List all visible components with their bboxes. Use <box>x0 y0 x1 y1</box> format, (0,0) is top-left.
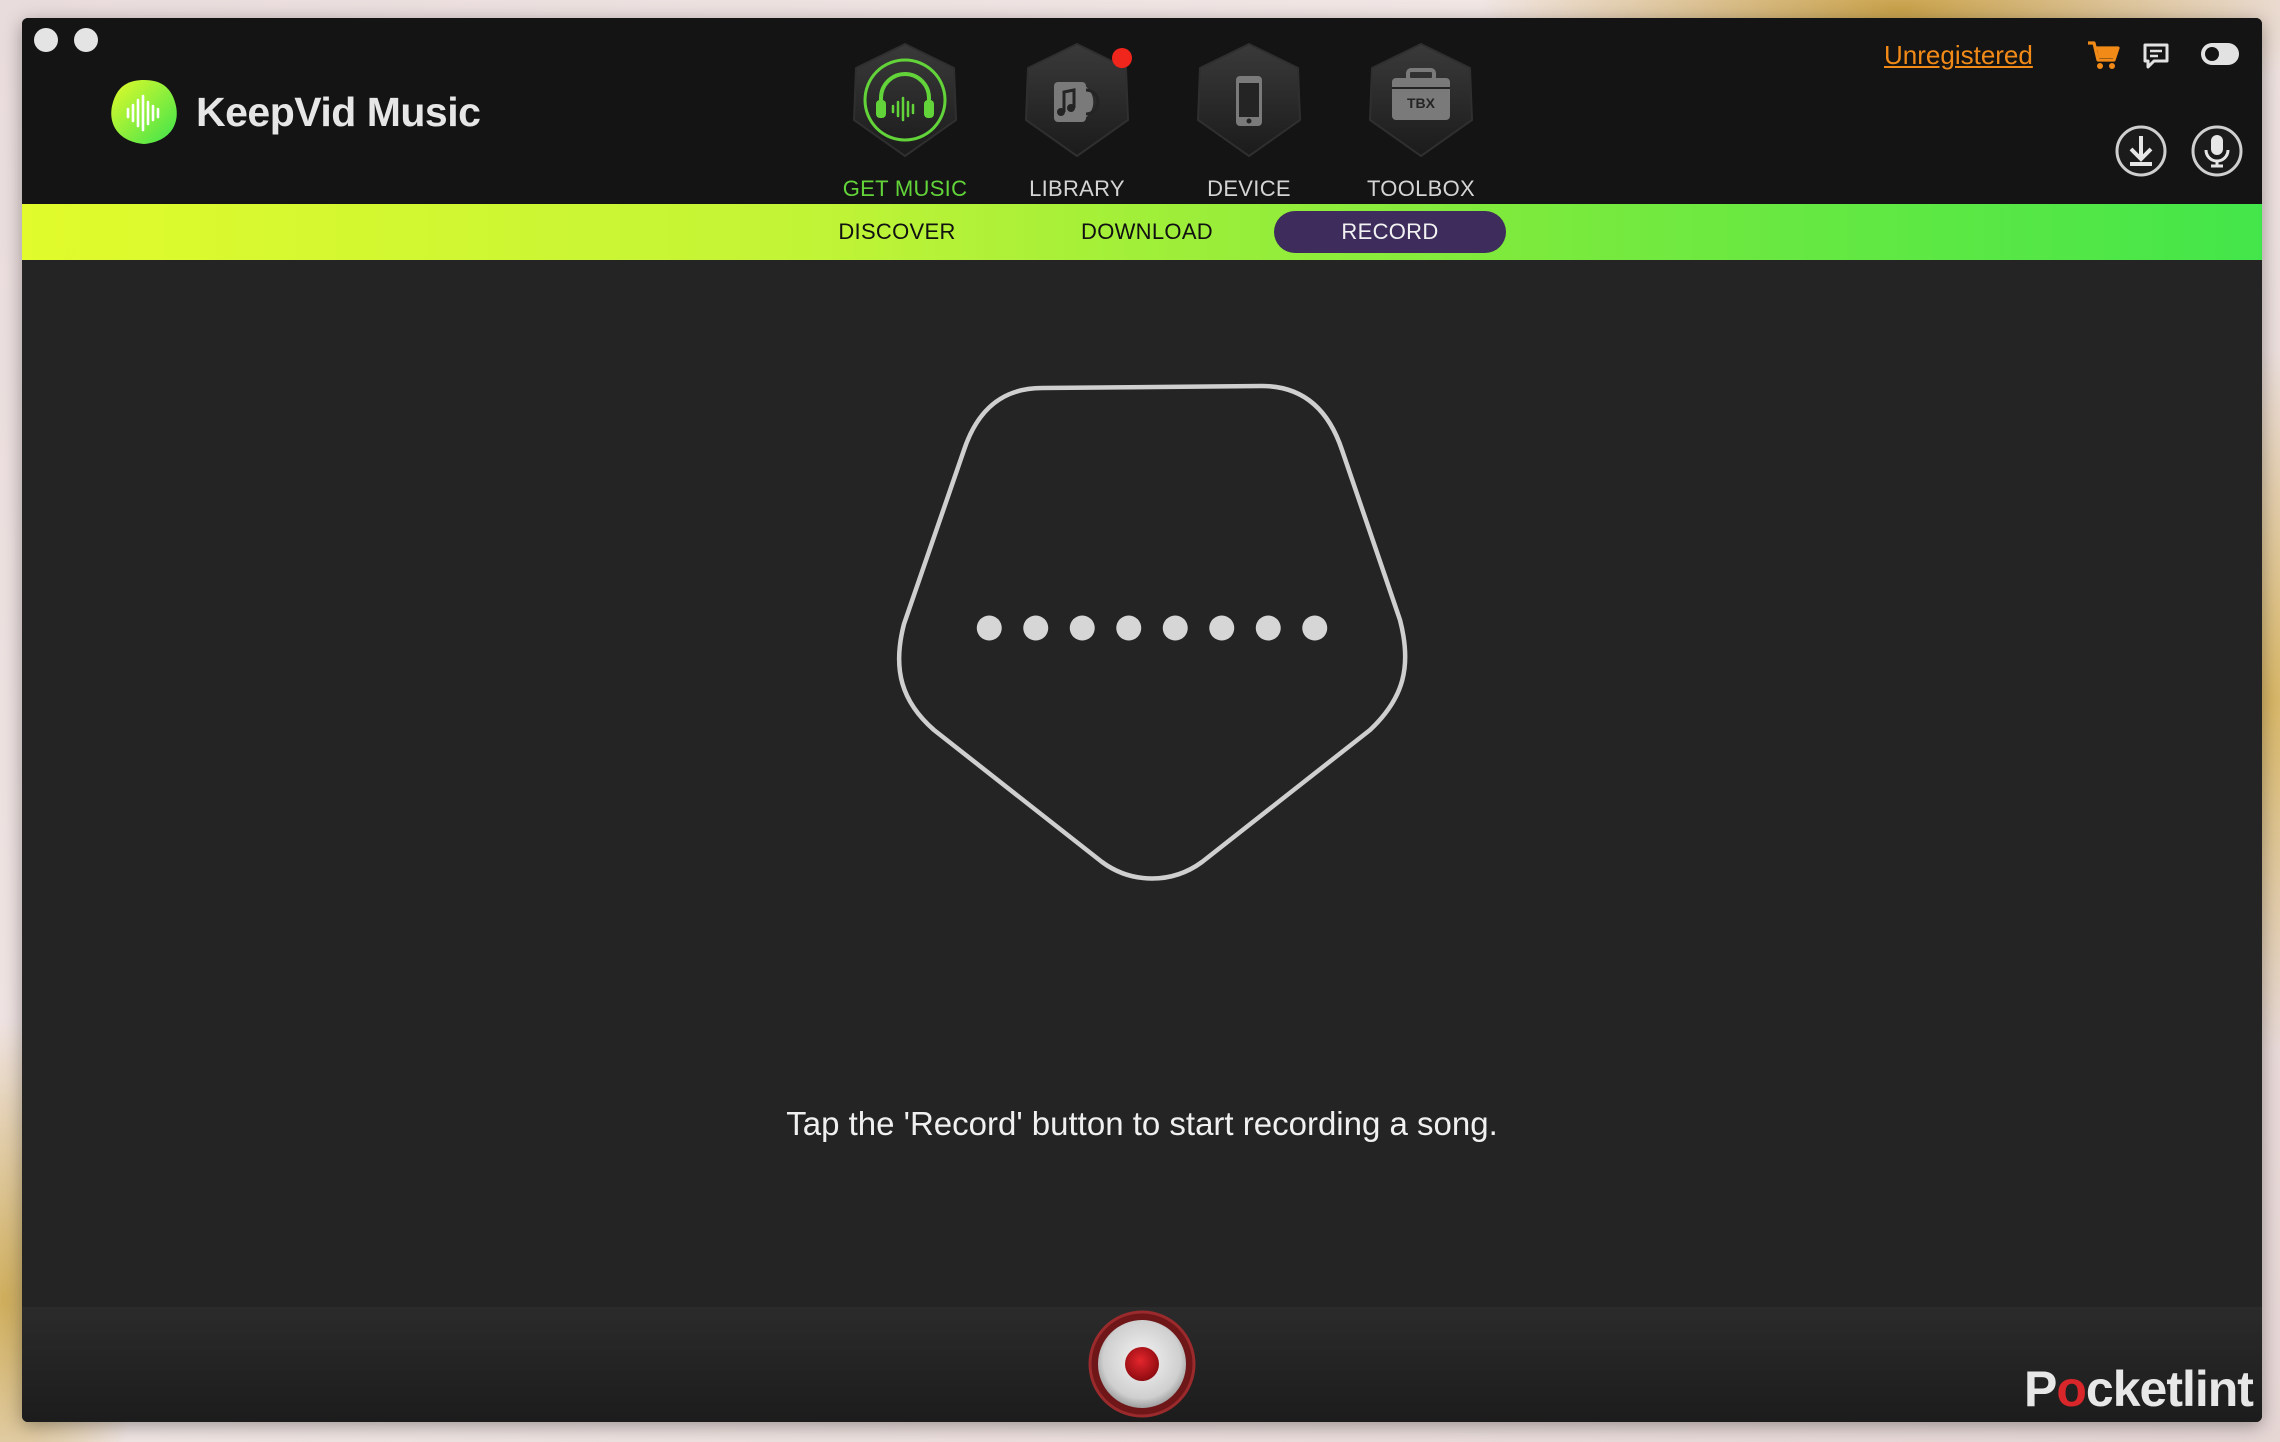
subtab-discover[interactable]: DISCOVER <box>784 211 1010 253</box>
audio-visualizer <box>896 383 1408 881</box>
title-bar: KeepVid Music GET MUSIC LIBRARY DEVICE T… <box>22 18 2262 204</box>
tab-get-music[interactable]: GET MUSIC <box>835 42 975 202</box>
visualizer-outline <box>896 383 1408 881</box>
visualizer-dot <box>976 615 1002 641</box>
app-brand: KeepVid Music <box>108 76 481 148</box>
tab-label: GET MUSIC <box>842 176 968 201</box>
tab-label: TOOLBOX <box>1366 176 1476 201</box>
visualizer-dot <box>1116 615 1142 641</box>
window-minimize-button[interactable] <box>74 28 98 52</box>
visualizer-dots <box>976 615 1328 641</box>
watermark-prefix: P <box>2024 1361 2057 1417</box>
subtab-download[interactable]: DOWNLOAD <box>1034 211 1260 253</box>
watermark-o: o <box>2056 1361 2087 1417</box>
visualizer-dot <box>1209 615 1235 641</box>
app-name: KeepVid Music <box>196 88 481 135</box>
toggle-icon[interactable] <box>2200 42 2240 66</box>
toolbox-icon: TBX <box>1369 43 1473 157</box>
record-hint-text: Tap the 'Record' button to start recordi… <box>786 1105 1498 1142</box>
window-close-button[interactable] <box>34 28 58 52</box>
feedback-icon[interactable] <box>2142 42 2170 70</box>
visualizer-dot <box>1069 615 1095 641</box>
subtab-record[interactable]: RECORD <box>1274 211 1506 253</box>
headphones-icon <box>853 43 957 157</box>
sub-navigation: DISCOVER DOWNLOAD RECORD <box>22 204 2262 260</box>
record-button[interactable] <box>1086 1308 1198 1420</box>
microphone-circle-icon[interactable] <box>2190 124 2244 178</box>
visualizer-dot <box>1023 615 1049 641</box>
tab-label: DEVICE <box>1207 176 1291 201</box>
record-panel: Tap the 'Record' button to start recordi… <box>22 260 2262 1307</box>
unregistered-link[interactable]: Unregistered <box>1884 40 2033 71</box>
toolbox-icon-text: TBX <box>1407 95 1436 111</box>
visualizer-dot <box>1302 615 1328 641</box>
visualizer-dot <box>1162 615 1188 641</box>
record-icon <box>1125 1347 1159 1381</box>
watermark-logo: Pocketlint <box>2024 1360 2254 1418</box>
keepvid-logo-icon <box>111 80 177 144</box>
tab-label: LIBRARY <box>1029 176 1125 201</box>
app-window: KeepVid Music GET MUSIC LIBRARY DEVICE T… <box>22 18 2262 1422</box>
download-circle-icon[interactable] <box>2114 124 2168 178</box>
cart-icon[interactable] <box>2086 40 2120 70</box>
watermark-suffix: cketlint <box>2085 1361 2254 1417</box>
tab-toolbox[interactable]: TBX TOOLBOX <box>1351 42 1491 202</box>
phone-icon <box>1197 43 1301 157</box>
tab-device[interactable]: DEVICE <box>1179 42 1319 202</box>
library-notification-dot <box>1112 48 1132 68</box>
visualizer-dot <box>1255 615 1281 641</box>
